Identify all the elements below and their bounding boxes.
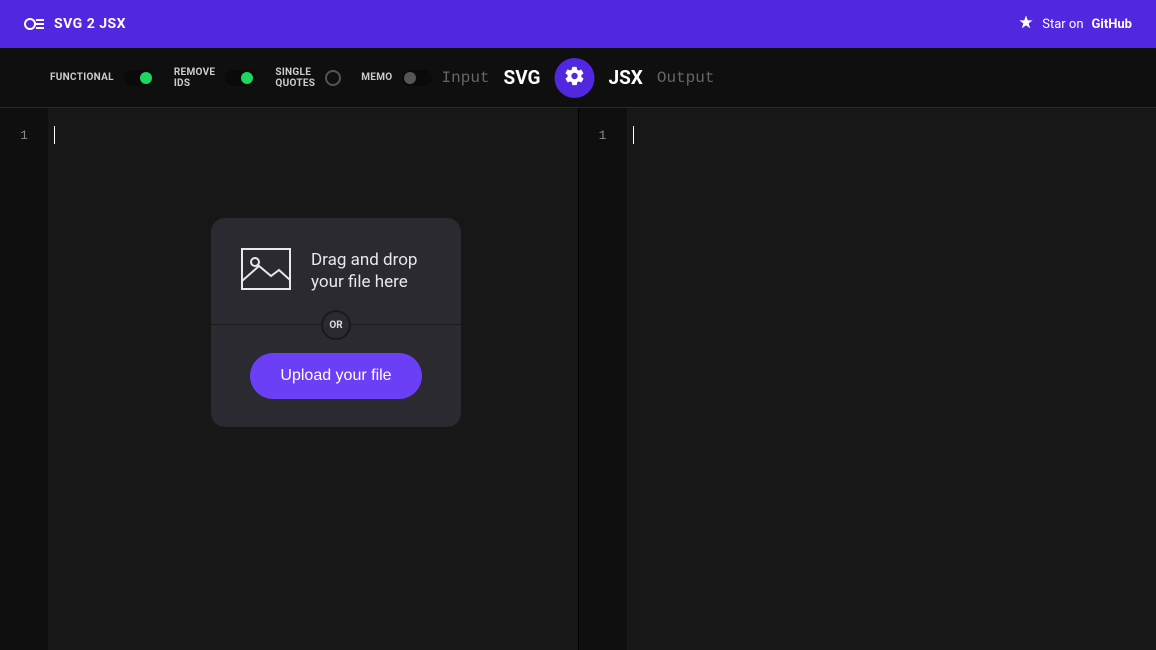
- cursor-icon: [54, 126, 55, 144]
- input-hint: Input: [442, 69, 490, 87]
- drop-bottom: Upload your file: [211, 325, 461, 427]
- drop-zone[interactable]: Drag and drop your file here: [211, 218, 461, 325]
- toggle-single-quotes[interactable]: [325, 70, 341, 86]
- or-badge: OR: [321, 310, 351, 340]
- options-toolbar: FUNCTIONAL REMOVE IDS SINGLE QUOTES MEMO…: [0, 48, 1156, 108]
- logo-text: SVG 2 JSX: [54, 16, 126, 32]
- drop-message: Drag and drop your file here: [311, 249, 435, 293]
- output-pane: 1: [578, 108, 1156, 650]
- image-icon: [241, 248, 291, 294]
- output-editor[interactable]: [627, 108, 1156, 650]
- header-left: SVG 2 JSX: [24, 16, 126, 32]
- line-number: 1: [579, 128, 627, 143]
- toggle-remove-ids[interactable]: [225, 70, 255, 86]
- logo-icon: [24, 17, 44, 31]
- toggle-functional-label: FUNCTIONAL: [50, 72, 114, 83]
- app-header: SVG 2 JSX Star on GitHub: [0, 0, 1156, 48]
- main-split: 1 Drag and drop your file here OR: [0, 108, 1156, 650]
- upload-button[interactable]: Upload your file: [250, 353, 421, 399]
- drop-card: Drag and drop your file here OR Upload y…: [211, 218, 461, 427]
- output-hint: Output: [657, 69, 715, 87]
- toggle-remove-ids-group: REMOVE IDS: [174, 67, 256, 89]
- input-editor[interactable]: Drag and drop your file here OR Upload y…: [48, 108, 578, 650]
- toggle-functional-group: FUNCTIONAL: [50, 70, 154, 86]
- output-gutter: 1: [579, 108, 627, 650]
- output-title: JSX: [608, 66, 642, 89]
- github-text: GitHub: [1092, 17, 1132, 32]
- toggle-memo-group: MEMO: [361, 70, 432, 86]
- toggle-memo[interactable]: [402, 70, 432, 86]
- star-on-text: Star on: [1042, 17, 1083, 32]
- star-icon: [1018, 14, 1034, 34]
- center-labels: Input SVG JSX Output: [442, 58, 715, 98]
- line-number: 1: [0, 128, 48, 143]
- input-gutter: 1: [0, 108, 48, 650]
- toggle-functional[interactable]: [124, 70, 154, 86]
- settings-button[interactable]: [554, 58, 594, 98]
- input-pane: 1 Drag and drop your file here OR: [0, 108, 578, 650]
- toggle-remove-ids-label: REMOVE IDS: [174, 67, 216, 89]
- toggle-single-quotes-group: SINGLE QUOTES: [275, 67, 341, 89]
- toggle-single-quotes-label: SINGLE QUOTES: [275, 67, 315, 89]
- gear-icon: [563, 65, 585, 91]
- input-title: SVG: [504, 66, 541, 89]
- cursor-icon: [633, 126, 634, 144]
- toggle-memo-label: MEMO: [361, 72, 392, 83]
- github-star-link[interactable]: Star on GitHub: [1018, 14, 1132, 34]
